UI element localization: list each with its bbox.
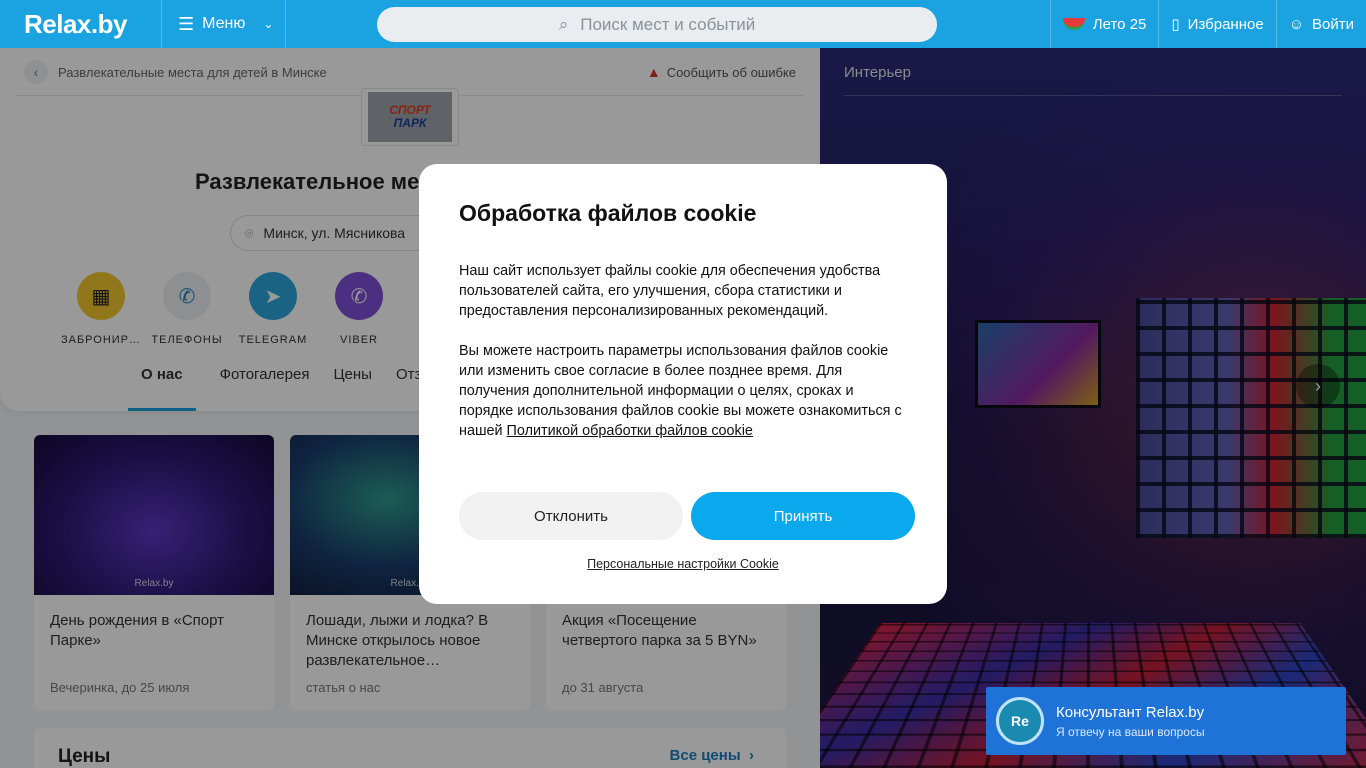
menu-button[interactable]: ☰ Меню ⌄ bbox=[162, 0, 286, 48]
consultant-text: Консультант Relax.by Я отвечу на ваши во… bbox=[1056, 704, 1205, 739]
favorites-label: Избранное bbox=[1187, 15, 1264, 33]
top-bar: Relax.by ☰ Меню ⌄ ⌕ Поиск мест и событий… bbox=[0, 0, 1366, 48]
chevron-down-icon: ⌄ bbox=[263, 17, 274, 31]
search-placeholder: Поиск мест и событий bbox=[580, 14, 756, 34]
consultant-subtitle: Я отвечу на ваши вопросы bbox=[1056, 724, 1205, 739]
hamburger-icon: ☰ bbox=[178, 13, 195, 34]
cookie-dialog-title: Обработка файлов cookie bbox=[459, 200, 757, 226]
season-label: Лето 25 bbox=[1092, 15, 1147, 33]
accept-button[interactable]: Принять bbox=[691, 492, 915, 540]
cookie-policy-link[interactable]: Политикой обработки файлов cookie bbox=[507, 423, 753, 439]
cookie-dialog-text: Наш сайт использует файлы cookie для обе… bbox=[459, 263, 881, 319]
season-link[interactable]: Лето 25 bbox=[1049, 0, 1159, 48]
decline-button[interactable]: Отклонить bbox=[459, 492, 683, 540]
favorites-link[interactable]: ▯ Избранное bbox=[1158, 0, 1275, 48]
site-logo[interactable]: Relax.by bbox=[0, 0, 162, 48]
menu-label: Меню bbox=[202, 15, 246, 32]
cookie-buttons: Отклонить Принять bbox=[459, 492, 915, 540]
search-input[interactable]: ⌕ Поиск мест и событий bbox=[377, 7, 937, 42]
avatar: Re bbox=[996, 697, 1044, 745]
login-label: Войти bbox=[1312, 15, 1354, 33]
bookmark-icon: ▯ bbox=[1171, 16, 1180, 33]
cookie-settings-link[interactable]: Персональные настройки Cookie bbox=[419, 557, 947, 571]
consultant-title: Консультант Relax.by bbox=[1056, 703, 1205, 721]
search-icon: ⌕ bbox=[558, 14, 569, 34]
login-link[interactable]: ☺ Войти bbox=[1275, 0, 1366, 48]
user-icon: ☺ bbox=[1288, 15, 1305, 33]
consultant-widget[interactable]: Re Консультант Relax.by Я отвечу на ваши… bbox=[986, 687, 1346, 755]
header-right-nav: Лето 25 ▯ Избранное ☺ Войти bbox=[1049, 0, 1366, 48]
cookie-dialog: Обработка файлов cookie Наш сайт использ… bbox=[419, 164, 947, 604]
watermelon-icon bbox=[1062, 18, 1085, 30]
cookie-dialog-text-2: Вы можете настроить параметры использова… bbox=[459, 341, 907, 441]
